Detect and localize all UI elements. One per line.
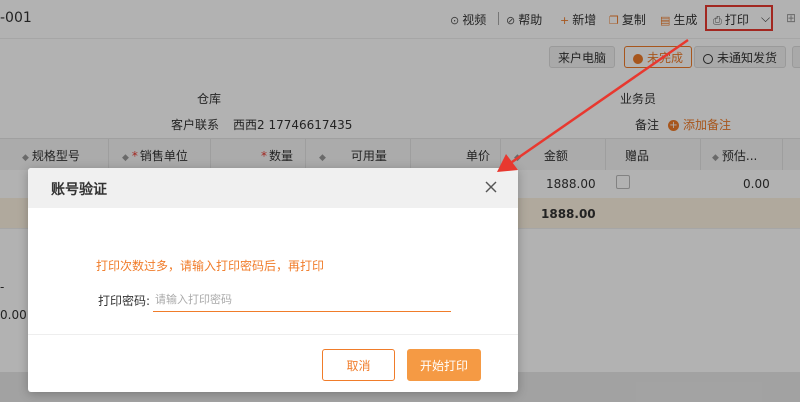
print-password-input[interactable] [153,288,451,312]
start-print-button[interactable]: 开始打印 [407,349,481,381]
cancel-button[interactable]: 取消 [322,349,395,381]
dialog-footer-divider [28,334,518,335]
dialog-title: 账号验证 [51,182,107,198]
password-label: 打印密码: [98,294,151,308]
account-verification-dialog: 账号验证 打印次数过多，请输入打印密码后，再打印 打印密码: 取消 开始打印 [28,168,518,392]
warning-message: 打印次数过多，请输入打印密码后，再打印 [96,259,325,273]
close-icon[interactable] [484,180,498,194]
dialog-header: 账号验证 [28,168,518,208]
